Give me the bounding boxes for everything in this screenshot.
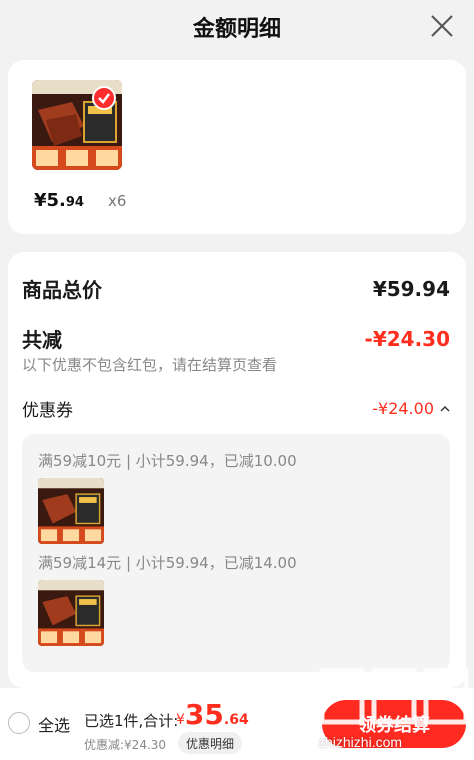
check-icon: [92, 86, 116, 110]
select-all-radio[interactable]: [8, 712, 30, 734]
close-icon[interactable]: [428, 12, 456, 40]
discount-value: -¥24.30: [364, 326, 450, 351]
price-integer: ¥5.: [34, 190, 66, 211]
coupon-line: 满59减10元 | 小计59.94，已减10.00: [38, 452, 297, 470]
summary-card: 商品总价 ¥59.94 共减 -¥24.30 以下优惠不包含红包，请在结算页查看…: [8, 252, 466, 688]
discount-summary: 优惠减:¥24.30: [84, 738, 167, 752]
coupon-detail-box: 满59减10元 | 小计59.94，已减10.00 满59减14元 | 小计59…: [22, 434, 450, 672]
coupon-product-image: [38, 580, 104, 646]
coupon-product-image: [38, 478, 104, 544]
total-label: 商品总价: [22, 278, 102, 302]
chevron-up-icon[interactable]: [440, 404, 450, 414]
total-value: ¥59.94: [372, 276, 450, 301]
select-all-label[interactable]: 全选: [38, 712, 70, 736]
discount-label: 共减: [22, 328, 62, 352]
coupon-line: 满59减14元 | 小计59.94，已减14.00: [38, 554, 297, 572]
selected-count: 已选1件,合计:: [84, 712, 179, 730]
sum-decimal: .64: [223, 712, 249, 728]
product-quantity: x6: [108, 192, 127, 210]
total-sum: ¥ 35 .64: [176, 698, 249, 731]
price-decimal: 94: [65, 195, 84, 210]
discount-detail-button[interactable]: 优惠明细: [178, 732, 243, 754]
coupon-value: -¥24.00: [372, 399, 434, 418]
product-card: ¥5.94 x6: [8, 60, 466, 234]
coupon-value-wrap: -¥24.00: [372, 399, 450, 418]
sum-currency: ¥: [176, 712, 185, 728]
bottom-bar: 全选 已选1件,合计: ¥ 35 .64 优惠减:¥24.30 优惠明细 领券结…: [0, 688, 474, 760]
watermark-url: zhizhizhi.com: [318, 734, 403, 750]
coupon-label: 优惠券: [22, 401, 73, 421]
header: 金额明细: [0, 0, 474, 54]
product-price: ¥5.94: [34, 190, 84, 211]
page-title: 金额明细: [192, 17, 281, 42]
discount-note: 以下优惠不包含红包，请在结算页查看: [22, 356, 278, 374]
product-image[interactable]: [32, 80, 122, 170]
total-row: 商品总价 ¥59.94: [22, 274, 450, 303]
discount-row: 共减 -¥24.30: [22, 324, 450, 353]
coupon-row[interactable]: 优惠券 -¥24.00: [22, 396, 450, 421]
sum-integer: 35: [184, 698, 224, 731]
